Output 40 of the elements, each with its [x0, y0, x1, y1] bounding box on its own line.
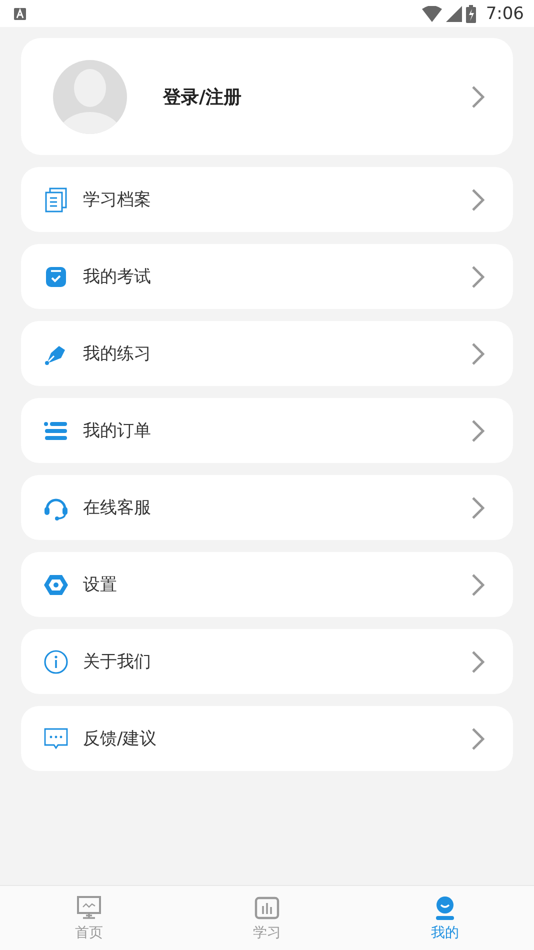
- menu-item-label: 学习档案: [83, 189, 152, 211]
- tab-label: 我的: [431, 924, 459, 942]
- chevron-right-icon: [471, 496, 485, 520]
- chevron-right-icon: [471, 264, 485, 288]
- keyboard-indicator-icon: [14, 8, 26, 20]
- menu-item[interactable]: 我的考试: [21, 244, 513, 309]
- profile-card[interactable]: 登录/注册: [21, 38, 513, 155]
- document-icon: [43, 186, 69, 212]
- chevron-right-icon: [471, 188, 485, 212]
- menu-item-label: 反馈/建议: [83, 728, 158, 750]
- menu-item-label: 在线客服: [83, 497, 152, 519]
- battery-icon: [466, 4, 476, 22]
- signal-icon: [446, 6, 462, 22]
- chevron-right-icon: [471, 726, 485, 750]
- menu-item[interactable]: 我的订单: [21, 398, 513, 463]
- login-register-label: 登录/注册: [163, 86, 243, 108]
- status-time: 7:06: [486, 4, 524, 24]
- chevron-right-icon: [471, 418, 485, 442]
- chevron-right-icon: [471, 650, 485, 674]
- menu-item-label: 设置: [83, 574, 118, 596]
- bar-chart-icon: [254, 894, 280, 920]
- chat-bubble-icon: [43, 726, 69, 752]
- menu-item-label: 关于我们: [83, 651, 152, 673]
- menu-item-label: 我的练习: [83, 343, 152, 365]
- menu-item-label: 我的考试: [83, 266, 152, 288]
- menu-item-label: 我的订单: [83, 420, 152, 442]
- menu-item[interactable]: 在线客服: [21, 475, 513, 540]
- menu-item[interactable]: 我的练习: [21, 321, 513, 386]
- menu-item[interactable]: 学习档案: [21, 167, 513, 232]
- info-icon: [43, 648, 69, 674]
- tab-label: 首页: [75, 924, 103, 942]
- menu-item[interactable]: 关于我们: [21, 629, 513, 694]
- monitor-icon: [76, 894, 102, 920]
- menu-item[interactable]: 反馈/建议: [21, 706, 513, 771]
- tab-label: 学习: [253, 924, 281, 942]
- menu-item[interactable]: 设置: [21, 552, 513, 617]
- chevron-right-icon: [471, 342, 485, 366]
- chevron-right-icon: [471, 84, 485, 108]
- chevron-right-icon: [471, 572, 485, 596]
- wifi-icon: [422, 6, 442, 22]
